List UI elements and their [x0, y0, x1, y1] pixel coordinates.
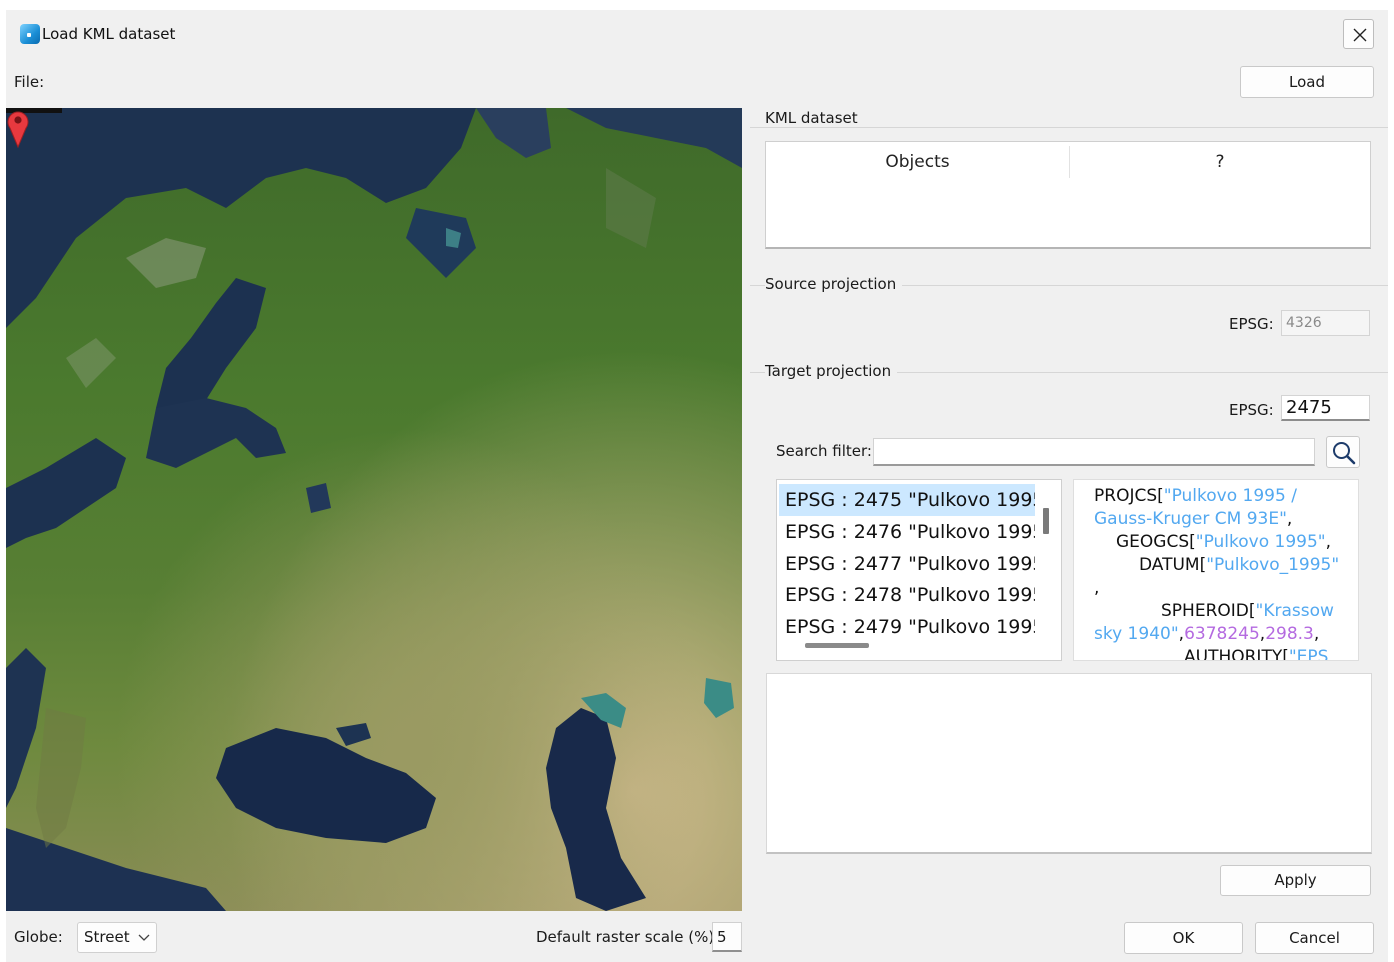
wkt-keyword: AUTHORITY[ [1184, 647, 1289, 661]
list-item[interactable]: EPSG : 2477 "Pulkovo 1995 [779, 548, 1035, 580]
wkt-string: "Pulkovo 1995" [1195, 532, 1326, 552]
search-icon [1333, 442, 1356, 465]
wkt-string: "Pulkovo_1995" [1206, 555, 1340, 575]
globe-style-select[interactable]: Street [77, 922, 157, 953]
globe-style-value: Street [84, 928, 130, 946]
list-item[interactable]: EPSG : 2476 "Pulkovo 1995 [779, 516, 1035, 548]
list-item[interactable]: EPSG : 2475 "Pulkovo 1995 [779, 484, 1035, 516]
globe-map-view[interactable] [6, 108, 742, 911]
kml-dataset-title: KML dataset [765, 109, 864, 127]
source-epsg-field: 4326 [1281, 310, 1370, 336]
location-pin-icon[interactable] [6, 108, 30, 148]
wkt-number: 6378245 [1184, 624, 1260, 644]
wkt-keyword: PROJCS[ [1094, 486, 1164, 506]
wkt-punct: , [1286, 509, 1293, 529]
search-filter-input[interactable] [873, 438, 1315, 466]
objects-table[interactable]: Objects ? [765, 141, 1371, 249]
vertical-scrollbar[interactable] [1043, 508, 1049, 534]
list-item[interactable]: EPSG : 2479 "Pulkovo 1995 [779, 611, 1035, 643]
projection-details-area[interactable] [766, 673, 1372, 854]
dialog-window: Load KML dataset File: Load KML dataset … [6, 10, 1388, 962]
wkt-keyword: DATUM[ [1139, 555, 1207, 575]
ok-button[interactable]: OK [1124, 922, 1243, 954]
raster-scale-input[interactable]: 5 [712, 922, 742, 952]
globe-label: Globe: [14, 928, 63, 946]
apply-button[interactable]: Apply [1220, 865, 1371, 896]
window-title: Load KML dataset [42, 25, 176, 43]
target-epsg-field[interactable]: 2475 [1281, 395, 1370, 421]
list-item[interactable]: EPSG : 2478 "Pulkovo 1995 [779, 579, 1035, 611]
wkt-punct: , [1094, 578, 1100, 598]
wkt-string: "EPS [1288, 647, 1329, 661]
wkt-keyword: GEOGCS[ [1116, 532, 1196, 552]
search-button[interactable] [1326, 436, 1360, 468]
file-label: File: [14, 73, 45, 91]
cancel-button[interactable]: Cancel [1255, 922, 1374, 954]
wkt-punct: , [1325, 532, 1332, 552]
wkt-keyword: SPHEROID[ [1161, 601, 1256, 621]
source-epsg-label: EPSG: [1229, 315, 1274, 333]
wkt-number: 298.3 [1265, 624, 1314, 644]
target-projection-title: Target projection [765, 362, 898, 380]
kml-group-line [750, 127, 1388, 128]
kml-app-icon [20, 24, 40, 44]
load-button[interactable]: Load [1240, 66, 1374, 98]
close-icon [1353, 28, 1367, 42]
column-header-objects[interactable]: Objects [766, 142, 1069, 182]
raster-scale-label: Default raster scale (%): [536, 928, 720, 946]
chevron-down-icon [138, 923, 150, 962]
horizontal-scrollbar[interactable] [805, 643, 869, 648]
column-header-unknown[interactable]: ? [1070, 142, 1370, 182]
epsg-code-list[interactable]: EPSG : 2475 "Pulkovo 1995 EPSG : 2476 "P… [776, 479, 1062, 661]
wkt-string: "Krassow [1255, 601, 1334, 621]
target-epsg-label: EPSG: [1229, 401, 1274, 419]
source-projection-title: Source projection [765, 275, 903, 293]
wkt-punct: , [1313, 624, 1320, 644]
wkt-definition-view: PROJCS["Pulkovo 1995 / Gauss-Kruger CM 9… [1073, 479, 1359, 661]
satellite-map-image [6, 108, 742, 911]
wkt-string: Gauss-Kruger CM 93E" [1094, 509, 1287, 529]
wkt-string: sky 1940" [1094, 624, 1179, 644]
search-filter-label: Search filter: [776, 442, 872, 460]
wkt-string: "Pulkovo 1995 / [1163, 486, 1297, 506]
close-button[interactable] [1343, 19, 1374, 49]
